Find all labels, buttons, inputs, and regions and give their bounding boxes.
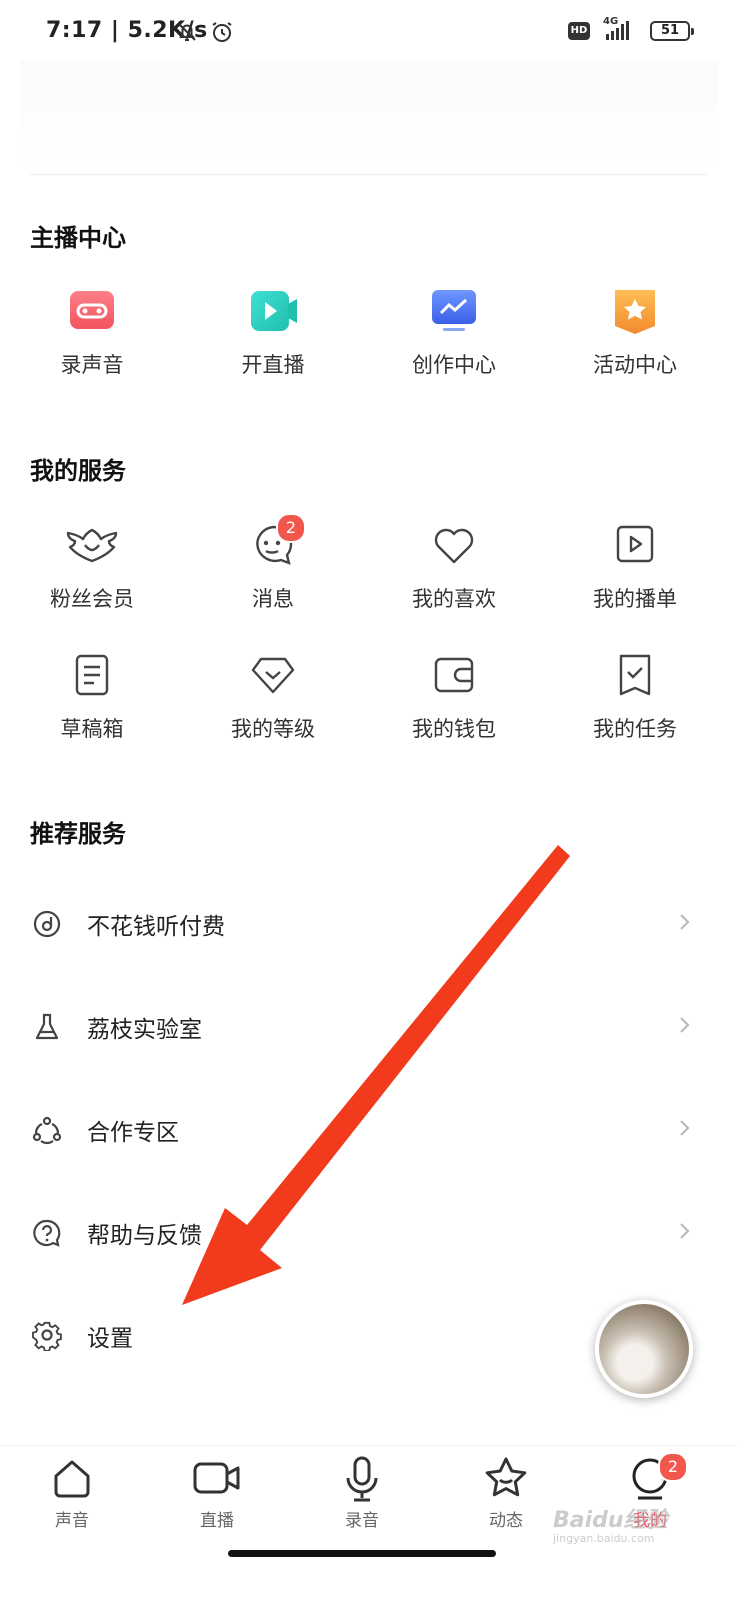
row-label: 帮助与反馈 [87,1223,202,1249]
grid-item-activity-center[interactable]: 活动中心 [543,287,727,379]
row-help-feedback[interactable]: 帮助与反馈 [0,1194,738,1274]
grid-label: 粉丝会员 [50,587,134,611]
wallet-icon [434,657,474,693]
grid-item-my-playlist[interactable]: 我的播单 [543,521,727,613]
home-icon [54,1460,90,1498]
row-label: 不花钱听付费 [87,914,225,940]
settings-gear-icon [32,1321,62,1351]
tab-live[interactable]: 直播 [167,1454,267,1531]
grid-item-my-wallet[interactable]: 我的钱包 [362,651,546,743]
draft-icon [75,654,109,696]
tab-label: 声音 [55,1511,89,1531]
divider [30,174,708,175]
message-badge: 2 [276,513,306,543]
hd-icon: HD [568,22,590,40]
grid-label: 创作中心 [412,353,496,377]
record-sound-icon [70,291,114,329]
grid-item-live-stream[interactable]: 开直播 [181,287,365,379]
grid-item-record-sound[interactable]: 录声音 [0,287,184,379]
signal-icon [606,21,629,40]
grid-item-drafts[interactable]: 草稿箱 [0,651,184,743]
grid-item-my-tasks[interactable]: 我的任务 [543,651,727,743]
row-label: 荔枝实验室 [87,1017,202,1043]
task-icon [619,654,651,696]
row-label: 合作专区 [87,1120,179,1146]
grid-label: 草稿箱 [60,717,124,741]
grid-label: 我的喜欢 [412,587,496,611]
playlist-icon [616,525,654,563]
grid-label: 我的播单 [593,587,677,611]
grid-label: 消息 [252,587,294,611]
grid-label: 开直播 [241,353,305,377]
section-title-anchor-center: 主播中心 [30,224,126,252]
activity-center-icon [615,290,655,334]
grid-label: 我的钱包 [412,717,496,741]
grid-item-my-likes[interactable]: 我的喜欢 [362,521,546,613]
row-free-listen[interactable]: 不花钱听付费 [0,885,738,965]
microphone-icon [346,1456,378,1502]
chevron-right-icon [680,1223,690,1239]
alarm-icon [212,22,232,42]
heart-icon [434,528,474,564]
bell-muted-icon [178,23,196,41]
creation-center-icon [432,290,476,331]
profile-header [20,60,718,172]
star-icon [485,1457,527,1497]
grid-label: 录声音 [60,353,124,377]
chevron-right-icon [680,914,690,930]
cooperation-icon [32,1116,62,1145]
grid-item-fan-member[interactable]: 粉丝会员 [0,521,184,613]
grid-item-my-level[interactable]: 我的等级 [181,651,365,743]
battery-icon: 51 [650,21,694,41]
row-cooperation[interactable]: 合作专区 [0,1091,738,1171]
live-stream-icon [251,291,297,331]
baidu-watermark: Baidu经验 jingyan.baidu.com [553,1502,668,1545]
tab-label: 动态 [489,1511,523,1531]
row-lychee-lab[interactable]: 荔枝实验室 [0,988,738,1068]
chevron-right-icon [680,1017,690,1033]
tab-sound[interactable]: 声音 [22,1454,122,1531]
help-icon [33,1219,61,1247]
floating-player-avatar[interactable] [595,1300,693,1398]
status-bar: 7:17 | 5.2K/s HD 4G 51 [0,0,738,64]
lab-flask-icon [35,1013,59,1040]
grid-label: 我的等级 [231,717,315,741]
section-title-recommended: 推荐服务 [30,820,126,848]
tab-me-badge: 2 [658,1452,688,1482]
grid-item-message[interactable]: 2 消息 [181,513,365,613]
free-listen-icon [33,910,61,938]
grid-label: 我的任务 [593,717,677,741]
tab-label: 录音 [345,1511,379,1531]
home-indicator [228,1550,496,1557]
live-camera-icon [193,1462,240,1494]
tab-moments[interactable]: 动态 [456,1454,556,1531]
watermark-brand: Baidu经验 [553,1508,668,1533]
level-icon [251,657,295,694]
grid-label: 活动中心 [593,353,677,377]
grid-item-creation-center[interactable]: 创作中心 [362,287,546,379]
watermark-url: jingyan.baidu.com [553,1532,655,1545]
tab-label: 直播 [200,1511,234,1531]
tab-record[interactable]: 录音 [312,1454,412,1531]
row-label: 设置 [87,1326,133,1352]
fan-member-icon [66,528,118,563]
chevron-right-icon [680,1120,690,1136]
section-title-my-services: 我的服务 [30,457,126,485]
